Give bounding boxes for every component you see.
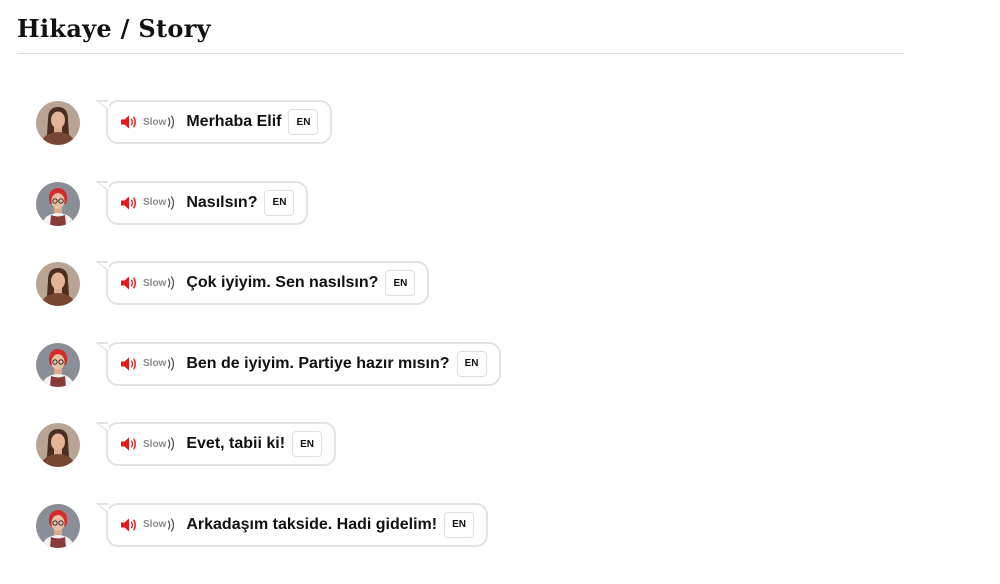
avatar-speaker-a bbox=[36, 423, 80, 468]
slow-audio-button[interactable]: Slow bbox=[143, 114, 175, 130]
sound-waves-icon bbox=[168, 276, 175, 290]
slow-audio-button[interactable]: Slow bbox=[143, 356, 175, 372]
slow-audio-button[interactable]: Slow bbox=[143, 436, 175, 452]
message-text: Nasılsın? bbox=[186, 193, 258, 211]
avatar-speaker-b bbox=[36, 342, 80, 387]
slow-label: Slow bbox=[143, 519, 167, 531]
translate-en-button[interactable]: EN bbox=[444, 511, 475, 538]
avatar-speaker-b bbox=[36, 181, 80, 226]
slow-label: Slow bbox=[143, 197, 167, 209]
message-bubble: Slow Çok iyiyim. Sen nasılsın? EN bbox=[94, 261, 430, 306]
message-text: Arkadaşım takside. Hadi gidelim! bbox=[186, 515, 438, 533]
message-bubble: Slow Arkadaşım takside. Hadi gidelim! EN bbox=[94, 502, 489, 547]
message-bubble: Slow Merhaba Elif EN bbox=[94, 100, 333, 144]
slow-label: Slow bbox=[143, 116, 167, 128]
slow-audio-button[interactable]: Slow bbox=[143, 517, 175, 533]
message-text: Evet, tabii ki! bbox=[186, 435, 286, 453]
sound-waves-icon bbox=[168, 437, 175, 452]
slow-label: Slow bbox=[143, 438, 167, 450]
speaker-icon[interactable] bbox=[120, 114, 138, 130]
slow-audio-button[interactable]: Slow bbox=[143, 195, 175, 211]
sound-waves-icon bbox=[168, 357, 175, 371]
translate-en-button[interactable]: EN bbox=[264, 189, 295, 216]
sound-waves-icon bbox=[168, 115, 175, 129]
avatar-speaker-a bbox=[36, 101, 80, 145]
speaker-icon[interactable] bbox=[120, 436, 138, 452]
message-bubble: Slow Ben de iyiyim. Partiye hazır mısın?… bbox=[95, 341, 501, 386]
message-text: Merhaba Elif bbox=[186, 113, 282, 130]
message-text: Çok iyiyim. Sen nasılsın? bbox=[186, 274, 379, 292]
avatar-speaker-a bbox=[36, 262, 80, 307]
slow-label: Slow bbox=[143, 358, 167, 370]
slow-label: Slow bbox=[143, 277, 167, 289]
translate-en-button[interactable]: EN bbox=[456, 350, 487, 377]
sound-waves-icon bbox=[168, 518, 175, 532]
speaker-icon[interactable] bbox=[120, 356, 138, 372]
title-divider bbox=[17, 53, 904, 54]
message-bubble: Slow Evet, tabii ki! EN bbox=[94, 422, 337, 467]
translate-en-button[interactable]: EN bbox=[288, 109, 319, 135]
message-text: Ben de iyiyim. Partiye hazır mısın? bbox=[186, 354, 450, 372]
speaker-icon[interactable] bbox=[120, 275, 138, 291]
avatar-speaker-b bbox=[36, 503, 80, 548]
page-title: Hikaye / Story bbox=[17, 14, 211, 43]
translate-en-button[interactable]: EN bbox=[292, 431, 323, 458]
translate-en-button[interactable]: EN bbox=[385, 270, 416, 297]
speaker-icon[interactable] bbox=[120, 195, 138, 211]
message-bubble: Slow Nasılsın? EN bbox=[94, 180, 309, 225]
speaker-icon[interactable] bbox=[120, 517, 138, 533]
sound-waves-icon bbox=[168, 195, 175, 210]
slow-audio-button[interactable]: Slow bbox=[143, 275, 175, 291]
